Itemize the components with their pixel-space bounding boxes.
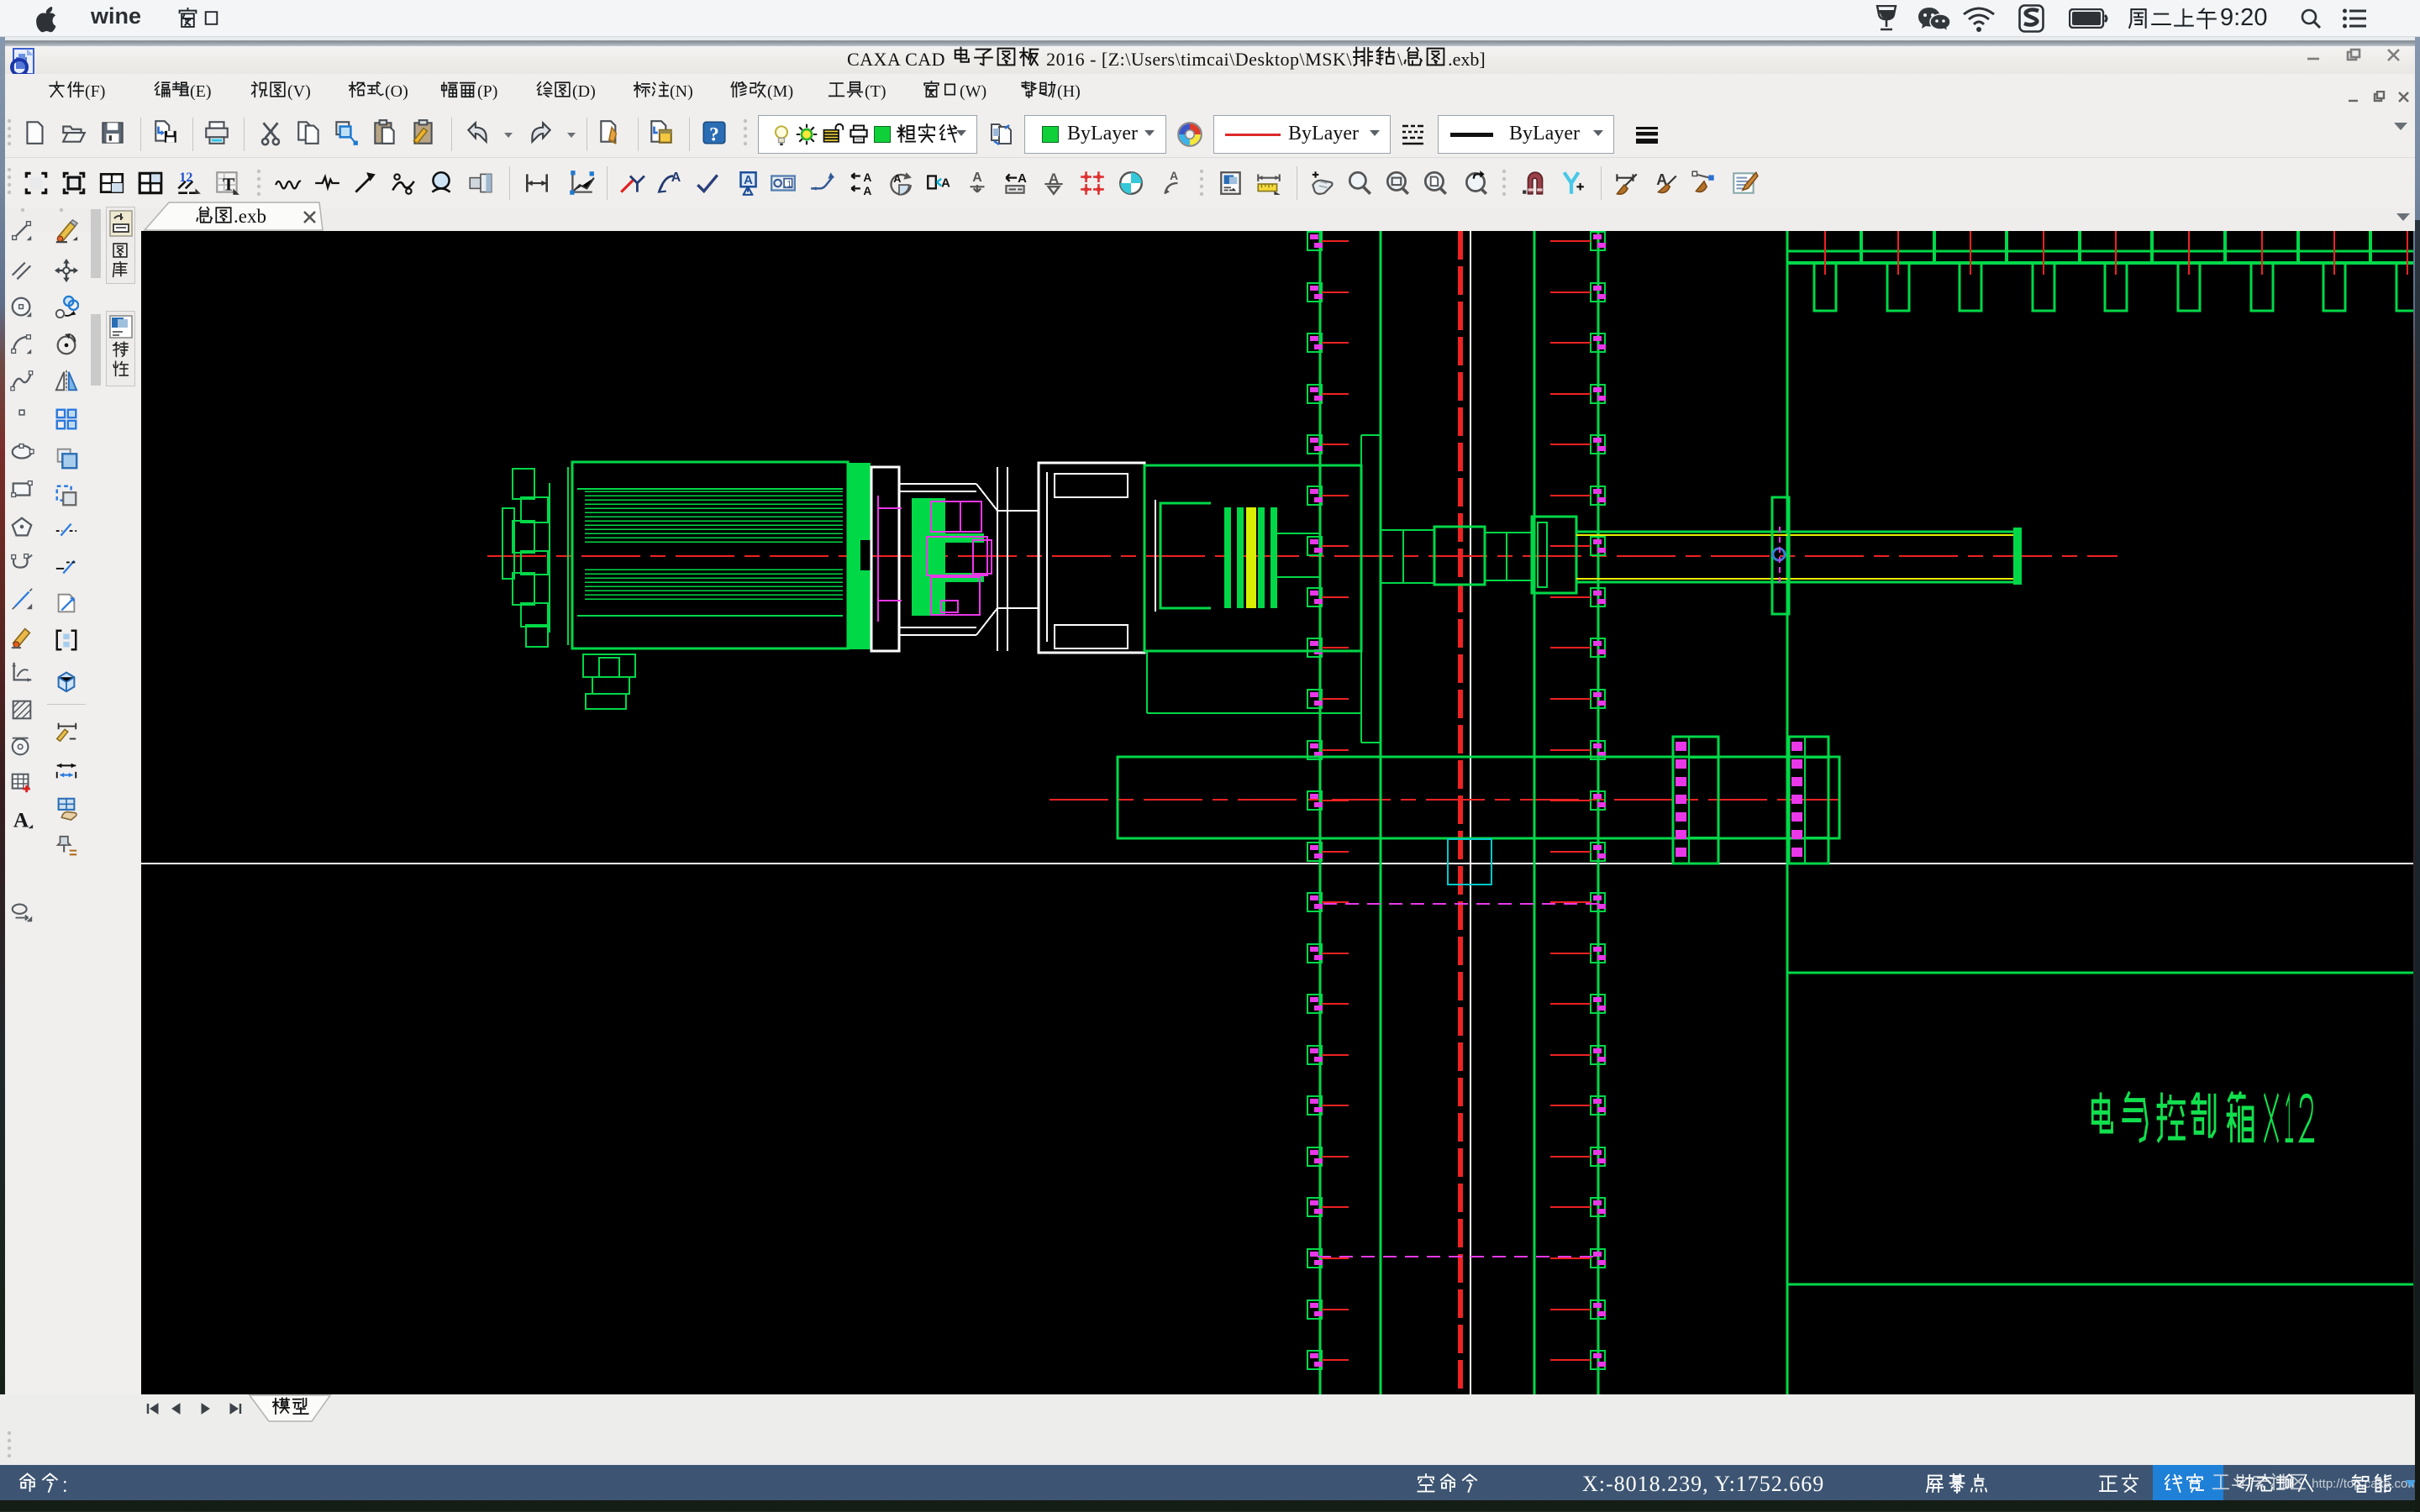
svg-text:A: A xyxy=(863,184,871,197)
svg-text:A: A xyxy=(893,172,901,185)
svg-text:A: A xyxy=(1018,172,1027,186)
svg-text:A: A xyxy=(13,808,29,832)
svg-text:?: ? xyxy=(709,124,719,146)
svg-text:T: T xyxy=(223,175,234,195)
svg-text:A: A xyxy=(972,171,982,185)
svg-text:A: A xyxy=(1170,169,1178,182)
svg-text:A: A xyxy=(941,176,950,190)
svg-text:.1: .1 xyxy=(784,179,792,189)
svg-text:A: A xyxy=(744,174,753,187)
svg-text:A: A xyxy=(863,171,871,184)
svg-text:A: A xyxy=(671,171,681,185)
